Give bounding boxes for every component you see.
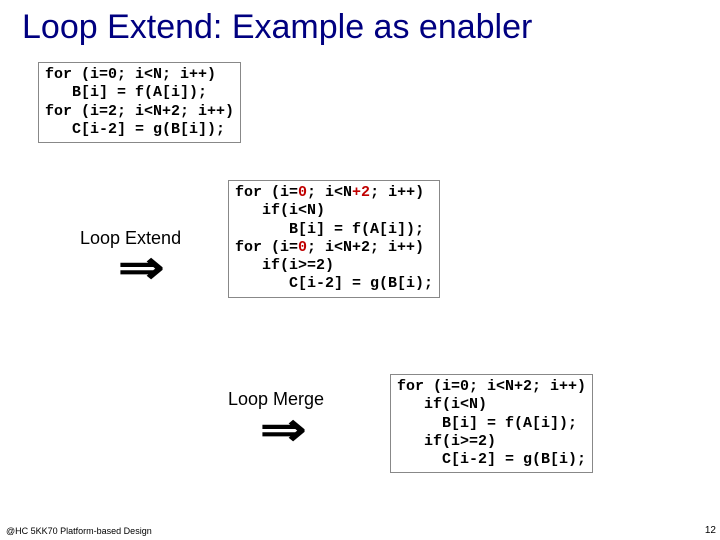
- code-block-original: for (i=0; i<N; i++) B[i] = f(A[i]); for …: [38, 62, 241, 143]
- arrow-icon: ⇒: [260, 406, 306, 452]
- code-block-merged: for (i=0; i<N+2; i++) if(i<N) B[i] = f(A…: [390, 374, 593, 473]
- page-number: 12: [705, 525, 716, 536]
- code-block-extended: for (i=0; i<N+2; i++) if(i<N) B[i] = f(A…: [228, 180, 440, 298]
- arrow-icon: ⇒: [118, 244, 164, 290]
- slide-title: Loop Extend: Example as enabler: [0, 0, 720, 61]
- footer-text: @HC 5KK70 Platform-based Design: [6, 526, 152, 536]
